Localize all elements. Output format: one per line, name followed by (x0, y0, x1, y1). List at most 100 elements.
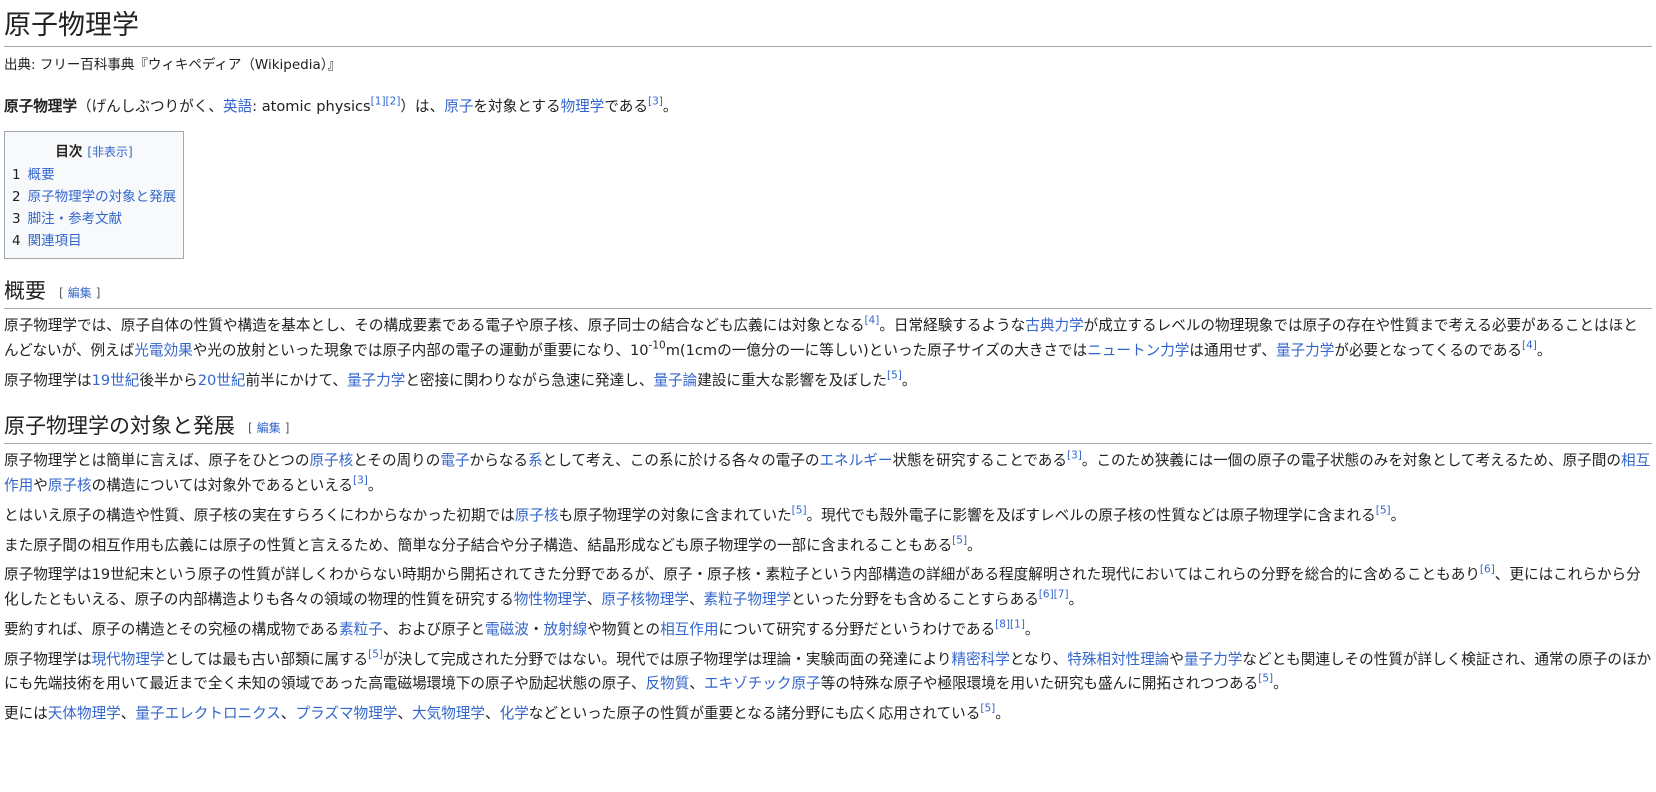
inline-link[interactable]: ニュートン力学 (1087, 342, 1189, 359)
ref-link[interactable]: [3] (648, 96, 663, 108)
ref-link[interactable]: [1] (1010, 618, 1025, 630)
ref-link[interactable]: [5] (980, 703, 995, 715)
ref-link[interactable]: [6] (1039, 589, 1054, 601)
toc-item[interactable]: 1 概要 (12, 164, 176, 186)
edit-link[interactable]: 編集 (68, 286, 92, 300)
ref-link[interactable]: [5] (1258, 673, 1273, 685)
inline-link[interactable]: 天体物理学 (48, 705, 121, 722)
link-genshi[interactable]: 原子 (444, 98, 473, 115)
text: について研究する分野だというわけである (718, 620, 996, 638)
ref-link[interactable]: [4] (1522, 340, 1537, 352)
toc-toggle-link[interactable]: [非表示] (87, 145, 132, 159)
text: ）は、 (400, 98, 445, 116)
text: が必要となってくるのである (1334, 342, 1523, 360)
text: は通用せず、 (1189, 342, 1276, 360)
ref-link[interactable]: [1] (371, 96, 386, 108)
inline-link[interactable]: 反物質 (646, 675, 690, 692)
inline-link[interactable]: 古典力学 (1025, 317, 1083, 334)
ref-link[interactable]: [5] (887, 370, 902, 382)
text: 。このため狭義には一個の原子の電子状態のみを対象として考えるため、原子間の (1081, 452, 1621, 470)
section-heading-text: 概要 (4, 279, 46, 304)
inline-link[interactable]: 量子エレクトロニクス (135, 705, 281, 722)
inline-link[interactable]: 20世紀 (198, 372, 246, 389)
inline-link[interactable]: 量子論 (653, 372, 697, 389)
toc-list: 1 概要 2 原子物理学の対象と発展 3 脚注・参考文献 4 関連項目 (12, 164, 176, 252)
text: 、および原子と (382, 620, 486, 638)
inline-link[interactable]: 特殊相対性理論 (1067, 651, 1169, 668)
toc-number: 3 (12, 211, 21, 228)
inline-link[interactable]: 大気物理学 (412, 705, 485, 722)
text: また原子間の相互作用も広義には原子の性質と言えるため、簡単な分子結合や分子構造、… (4, 536, 953, 554)
inline-link[interactable]: 電磁波 (485, 621, 529, 638)
inline-link[interactable]: 相互作用 (660, 621, 718, 638)
inline-link[interactable]: 放射線 (543, 621, 587, 638)
ref-link[interactable]: [6] (1480, 564, 1495, 576)
inline-link[interactable]: エネルギー (819, 452, 892, 469)
text: とその周りの (353, 452, 441, 470)
text: 。 (1536, 342, 1552, 360)
text: 原子物理学は19世紀末という原子の性質が詳しくわからない時期から開拓されてきた分… (4, 566, 1480, 584)
inline-link[interactable]: 量子力学 (1276, 342, 1334, 359)
toc-item[interactable]: 3 脚注・参考文献 (12, 208, 176, 230)
text: 要約すれば、原子の構造とその究極の構成物である (4, 620, 340, 638)
inline-link[interactable]: 原子核 (309, 452, 353, 469)
ref-link[interactable]: [5] (368, 648, 383, 660)
lead-bold-term: 原子物理学 (4, 98, 77, 116)
text: 等の特殊な原子や極限環境を用いた研究も盛んに開拓されつつある (820, 675, 1259, 693)
inline-link[interactable]: 原子核 (48, 477, 92, 494)
paragraph: 原子物理学とは簡単に言えば、原子をひとつの原子核とその周りの電子からなる系として… (4, 449, 1652, 499)
paragraph: 原子物理学は現代物理学としては最も古い部類に属する[5]が決して完成された分野で… (4, 648, 1652, 698)
ref-link[interactable]: [5] (952, 534, 967, 546)
toc-link[interactable]: 関連項目 (28, 233, 82, 249)
paragraph: とはいえ原子の構造や性質、原子核の実在すらろくにわからなかった初期では原子核も原… (4, 504, 1652, 529)
inline-link[interactable]: 精密科学 (951, 651, 1009, 668)
inline-link[interactable]: 光電効果 (134, 342, 192, 359)
inline-link[interactable]: 物性物理学 (514, 591, 587, 608)
text: として考え、この系に於ける各々の電子の (542, 452, 820, 470)
inline-link[interactable]: プラズマ物理学 (296, 705, 398, 722)
text: 、 (397, 705, 412, 723)
inline-link[interactable]: 量子力学 (1184, 651, 1242, 668)
inline-link[interactable]: 原子核物理学 (601, 591, 689, 608)
inline-link[interactable]: 素粒子物理学 (704, 591, 792, 608)
text: としては最も古い部類に属する (164, 650, 369, 668)
inline-link[interactable]: 19世紀 (92, 372, 140, 389)
toc-link[interactable]: 原子物理学の対象と発展 (28, 189, 177, 205)
inline-link[interactable]: 電子 (440, 452, 469, 469)
text: 原子物理学とは簡単に言えば、原子をひとつの (4, 452, 310, 470)
link-butsurigaku[interactable]: 物理学 (561, 98, 605, 115)
text: 後半から (139, 372, 198, 390)
inline-link[interactable]: 現代物理学 (92, 651, 165, 668)
toc-item[interactable]: 4 関連項目 (12, 230, 176, 252)
link-eigo[interactable]: 英語 (223, 98, 252, 115)
table-of-contents: 目次 [非表示] 1 概要 2 原子物理学の対象と発展 3 脚注・参考文献 4 関連項目 (4, 131, 185, 260)
ref-link[interactable]: [2] (386, 96, 401, 108)
text: m(1cmの一億分の一に等しい)といった原子サイズの大きさでは (665, 342, 1088, 360)
ref-link[interactable]: [3] (1067, 450, 1082, 462)
inline-link[interactable]: 素粒子 (339, 621, 383, 638)
edit-link[interactable]: 編集 (257, 421, 281, 435)
inline-link[interactable]: 系 (528, 452, 543, 469)
toc-link[interactable]: 脚注・参考文献 (28, 211, 123, 227)
paragraph: 原子物理学は19世紀後半から20世紀前半にかけて、量子力学と密接に関わりながら急… (4, 369, 1652, 394)
ref-link[interactable]: [7] (1054, 589, 1069, 601)
ref-link[interactable]: [8] (995, 618, 1010, 630)
toc-title: 目次 (55, 144, 83, 161)
toc-number: 1 (12, 167, 21, 184)
toc-link[interactable]: 概要 (28, 167, 55, 183)
ref-link[interactable]: [3] (353, 474, 368, 486)
text: 。 (995, 705, 1010, 723)
text: 、 (120, 705, 136, 723)
text: といった分野をも含めることすらある (791, 591, 1039, 609)
ref-link[interactable]: [4] (864, 315, 879, 327)
text: や (33, 476, 48, 494)
inline-link[interactable]: 量子力学 (347, 372, 405, 389)
toc-item[interactable]: 2 原子物理学の対象と発展 (12, 186, 176, 208)
inline-link[interactable]: 原子核 (515, 507, 559, 524)
inline-link[interactable]: エキゾチック原子 (704, 675, 821, 692)
text: （げんしぶつりがく、 (76, 98, 223, 116)
ref-link[interactable]: [5] (1376, 504, 1391, 516)
ref-link[interactable]: [5] (792, 504, 807, 516)
inline-link[interactable]: 化学 (500, 705, 529, 722)
text: とはいえ原子の構造や性質、原子核の実在すらろくにわからなかった初期では (4, 506, 515, 524)
